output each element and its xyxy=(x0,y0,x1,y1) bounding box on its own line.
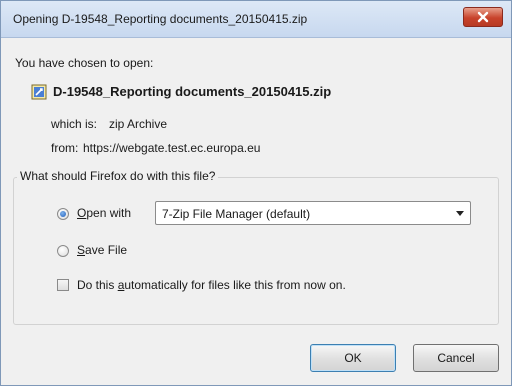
save-file-label-rest: ave File xyxy=(85,243,128,257)
radio-selected-dot xyxy=(60,211,66,217)
auto-action-label[interactable]: Do this automatically for files like thi… xyxy=(77,278,346,292)
file-name: D-19548_Reporting documents_20150415.zip xyxy=(53,84,332,99)
open-with-hotkey: O xyxy=(77,206,87,220)
open-with-label[interactable]: Open with xyxy=(77,206,131,220)
save-file-hotkey: S xyxy=(77,243,86,257)
window-title: Opening D-19548_Reporting documents_2015… xyxy=(13,12,308,26)
dialog-body: You have chosen to open: D-19548_Reporti… xyxy=(1,38,511,385)
intro-text: You have chosen to open: xyxy=(15,56,154,70)
file-type-value: zip Archive xyxy=(109,117,168,131)
open-with-label-rest: pen with xyxy=(86,206,132,220)
cancel-button[interactable]: Cancel xyxy=(413,344,499,372)
download-dialog: Opening D-19548_Reporting documents_2015… xyxy=(0,0,512,386)
close-icon xyxy=(477,11,489,23)
save-file-radio[interactable] xyxy=(57,245,69,257)
open-with-app-select[interactable]: 7-Zip File Manager (default) xyxy=(155,201,471,225)
chevron-down-icon xyxy=(456,211,464,216)
which-is-label: which is: xyxy=(51,117,98,131)
save-file-label[interactable]: Save File xyxy=(77,243,127,257)
ok-button[interactable]: OK xyxy=(310,344,396,372)
auto-action-label-rest: utomatically for files like this from no… xyxy=(124,278,346,292)
auto-action-checkbox[interactable] xyxy=(57,279,69,291)
source-url-value: https://webgate.test.ec.europa.eu xyxy=(83,141,261,155)
zip-file-icon xyxy=(31,84,47,100)
from-label: from: xyxy=(51,141,79,155)
title-bar[interactable]: Opening D-19548_Reporting documents_2015… xyxy=(1,1,511,38)
action-group-title: What should Firefox do with this file? xyxy=(17,169,219,183)
auto-action-label-pre: Do this xyxy=(77,278,118,292)
open-with-radio[interactable] xyxy=(57,208,69,220)
close-button[interactable] xyxy=(463,7,503,27)
open-with-app-value: 7-Zip File Manager (default) xyxy=(162,207,311,221)
